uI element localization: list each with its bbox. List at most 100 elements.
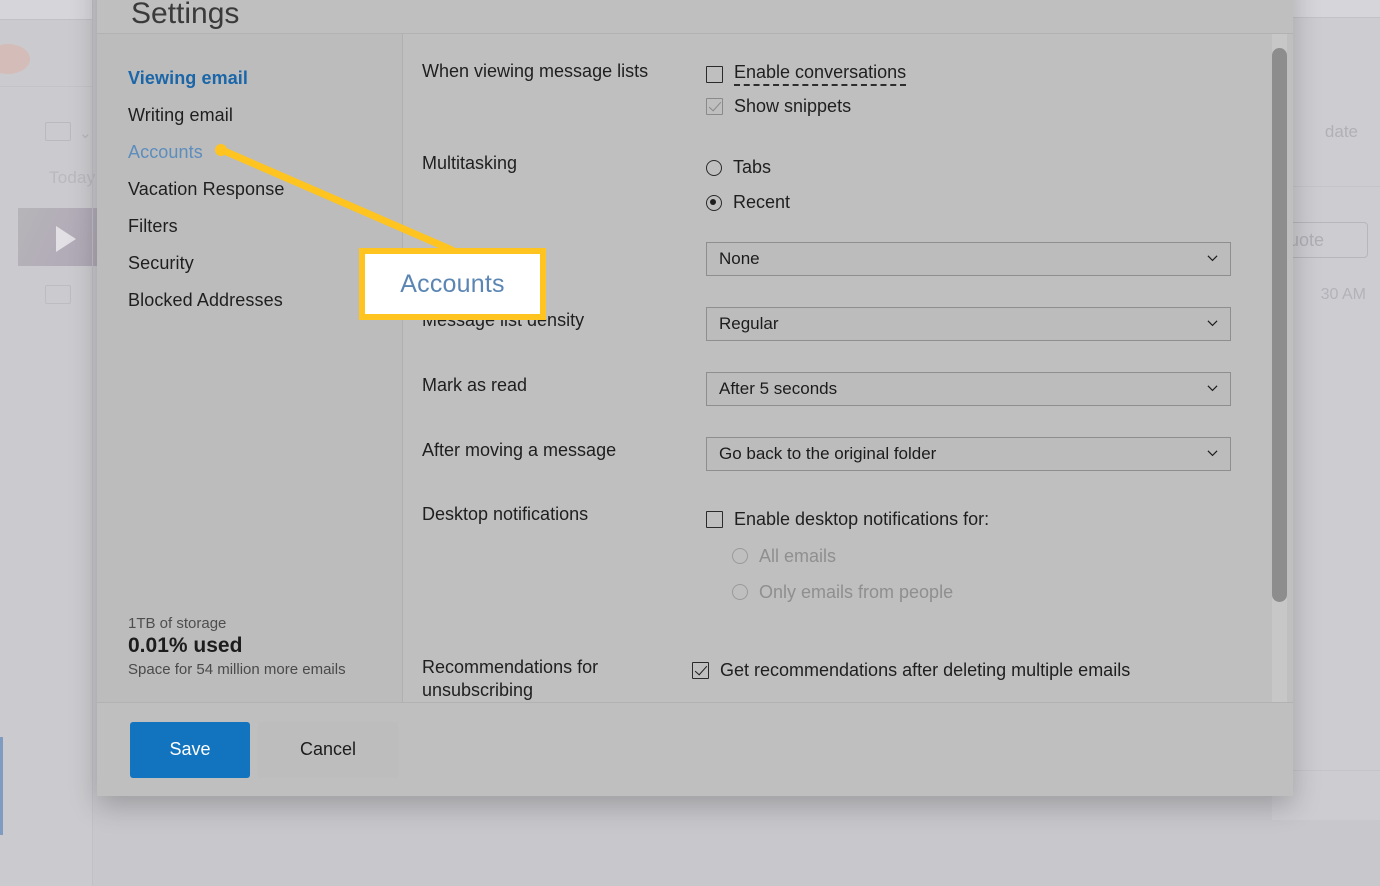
- row-label: Mark as read: [422, 375, 528, 395]
- sidebar-item-viewing-email[interactable]: Viewing email: [97, 60, 402, 97]
- content-scrollbar-thumb[interactable]: [1272, 48, 1287, 602]
- get-recommendations-checkbox-row[interactable]: Get recommendations after deleting multi…: [692, 654, 1293, 686]
- page-title: Settings: [131, 0, 240, 30]
- dialog-footer: Save Cancel: [97, 702, 1293, 796]
- radio-icon[interactable]: [706, 159, 722, 176]
- storage-total: 1TB of storage: [128, 615, 227, 632]
- annotation-callout: Accounts: [359, 248, 546, 320]
- play-icon[interactable]: [56, 226, 76, 252]
- checkbox-checked-icon[interactable]: [692, 661, 709, 679]
- settings-rows: When viewing message lists Enable conver…: [403, 34, 1293, 701]
- all-emails-label: All emails: [759, 545, 837, 566]
- sidebar-item-label: Blocked Addresses: [128, 290, 283, 310]
- settings-sidebar: Viewing email Writing email Accounts Vac…: [97, 34, 403, 702]
- obscured-select[interactable]: None: [706, 242, 1231, 276]
- row-controls: Regular: [706, 307, 1293, 341]
- sidebar-item-label: Writing email: [128, 105, 233, 125]
- storage-summary: 1TB of storage 0.01% used Space for 54 m…: [128, 615, 383, 678]
- background-selected-indicator: [0, 737, 3, 835]
- background-message-checkbox[interactable]: [45, 285, 71, 304]
- chevron-down-icon[interactable]: ⌄: [79, 126, 92, 141]
- row-label: Desktop notifications: [422, 504, 589, 524]
- row-label: Recommendations for unsubscribing: [422, 657, 599, 700]
- chevron-down-icon[interactable]: [1207, 448, 1218, 459]
- sidebar-item-label: Accounts: [128, 142, 203, 162]
- sidebar-item-writing-email[interactable]: Writing email: [97, 97, 402, 134]
- sidebar-item-label: Viewing email: [128, 68, 249, 88]
- background-today-label: Today: [49, 168, 96, 187]
- row-label: After moving a message: [422, 440, 617, 460]
- enable-conversations-checkbox-row[interactable]: Enable conversations: [706, 58, 1293, 90]
- message-list-density-select[interactable]: Regular: [706, 307, 1231, 341]
- row-controls: None: [706, 242, 1293, 276]
- chevron-down-icon[interactable]: [1207, 253, 1218, 264]
- sidebar-item-blocked-addresses[interactable]: Blocked Addresses: [97, 282, 402, 319]
- settings-dialog: Settings Viewing email Writing email Acc…: [97, 0, 1293, 796]
- radio-icon: [732, 584, 748, 600]
- show-snippets-checkbox-row[interactable]: Show snippets: [706, 90, 1293, 122]
- row-controls: Tabs Recent: [706, 150, 1293, 220]
- row-mark-as-read: Mark as read After 5 seconds: [422, 372, 1293, 406]
- mark-as-read-select[interactable]: After 5 seconds: [706, 372, 1231, 406]
- background-sort-by-date[interactable]: date: [1325, 122, 1358, 142]
- background-toolbar-strip: [0, 0, 92, 20]
- after-moving-message-select[interactable]: Go back to the original folder: [706, 437, 1231, 471]
- get-recommendations-label: Get recommendations after deleting multi…: [720, 659, 1131, 680]
- row-controls: Go back to the original folder: [706, 437, 1293, 471]
- annotation-callout-label: Accounts: [400, 269, 505, 298]
- row-after-moving-message: After moving a message Go back to the or…: [422, 437, 1293, 471]
- background-panel-divider: [92, 0, 93, 886]
- sidebar-item-label: Vacation Response: [128, 179, 285, 199]
- select-value: Regular: [719, 314, 779, 333]
- row-label: When viewing message lists: [422, 61, 649, 81]
- checkbox-checked-icon[interactable]: [706, 97, 723, 115]
- background-header-divider: [0, 86, 92, 87]
- row-recommendations-unsubscribing: Recommendations for unsubscribing Get re…: [422, 654, 1293, 701]
- radio-selected-icon[interactable]: [706, 194, 722, 211]
- row-message-list-density: Message list density Regular: [422, 307, 1293, 341]
- enable-desktop-notifications-checkbox-row[interactable]: Enable desktop notifications for:: [706, 501, 1293, 538]
- row-controls: Get recommendations after deleting multi…: [692, 654, 1293, 701]
- sidebar-item-label: Filters: [128, 216, 178, 236]
- all-emails-radio-row: All emails: [706, 538, 1293, 574]
- select-value: None: [719, 249, 760, 268]
- row-controls: After 5 seconds: [706, 372, 1293, 406]
- enable-desktop-notifications-label: Enable desktop notifications for:: [734, 509, 990, 529]
- tabs-label: Tabs: [733, 157, 772, 177]
- sidebar-item-filters[interactable]: Filters: [97, 208, 402, 245]
- multitasking-recent-radio-row[interactable]: Recent: [706, 185, 1293, 220]
- sidebar-item-label: Security: [128, 253, 194, 273]
- dialog-header: Settings: [97, 0, 1293, 34]
- select-value: After 5 seconds: [719, 379, 838, 398]
- cancel-button[interactable]: Cancel: [258, 721, 398, 778]
- row-controls: Enable desktop notifications for: All em…: [706, 501, 1293, 610]
- row-multitasking: Multitasking Tabs Recent: [422, 150, 1293, 220]
- recent-label: Recent: [733, 192, 791, 212]
- sidebar-item-vacation-response[interactable]: Vacation Response: [97, 171, 402, 208]
- storage-remaining: Space for 54 million more emails: [128, 661, 346, 678]
- only-emails-from-people-radio-row: Only emails from people: [706, 574, 1293, 610]
- dialog-body: Viewing email Writing email Accounts Vac…: [97, 34, 1293, 702]
- row-message-lists: When viewing message lists Enable conver…: [422, 58, 1293, 122]
- row-desktop-notifications: Desktop notifications Enable desktop not…: [422, 501, 1293, 610]
- save-button[interactable]: Save: [130, 721, 250, 778]
- only-emails-from-people-label: Only emails from people: [759, 581, 954, 602]
- row-label: Multitasking: [422, 153, 518, 173]
- row-controls: Enable conversations Show snippets: [706, 58, 1293, 122]
- row-obscured-select: None: [422, 242, 1293, 276]
- background-select-all-checkbox[interactable]: [45, 122, 71, 141]
- sidebar-item-accounts[interactable]: Accounts: [97, 134, 402, 171]
- checkbox-icon[interactable]: [706, 511, 723, 528]
- settings-content: When viewing message lists Enable conver…: [403, 34, 1293, 702]
- multitasking-tabs-radio-row[interactable]: Tabs: [706, 150, 1293, 185]
- chevron-down-icon[interactable]: [1207, 383, 1218, 394]
- checkbox-icon[interactable]: [706, 65, 723, 83]
- select-value: Go back to the original folder: [719, 444, 937, 463]
- sidebar-item-security[interactable]: Security: [97, 245, 402, 282]
- storage-used: 0.01% used: [128, 634, 243, 657]
- radio-icon: [732, 548, 748, 564]
- show-snippets-label: Show snippets: [734, 95, 852, 116]
- background-timestamp: 30 AM: [1320, 286, 1366, 303]
- enable-conversations-label: Enable conversations: [734, 62, 907, 86]
- chevron-down-icon[interactable]: [1207, 318, 1218, 329]
